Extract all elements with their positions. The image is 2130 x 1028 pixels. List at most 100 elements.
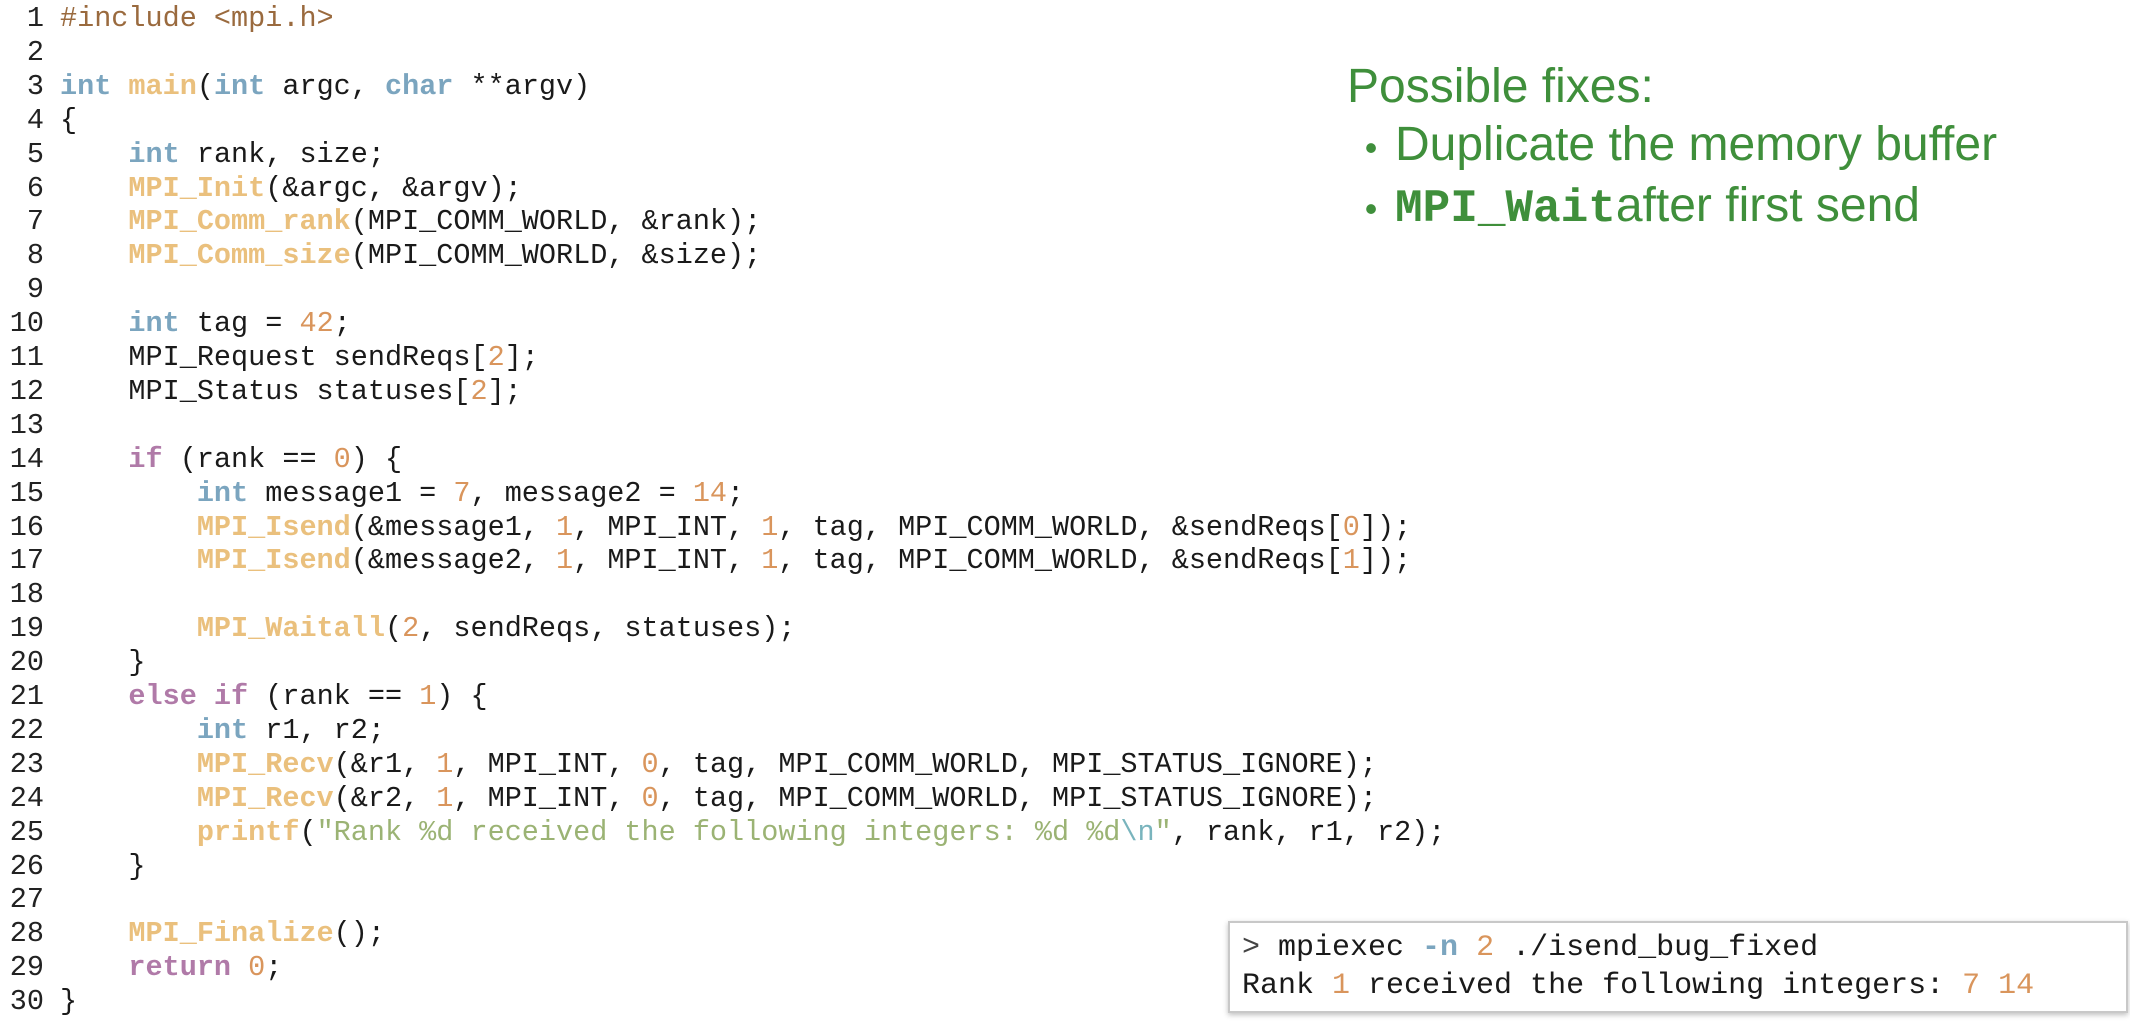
code-line[interactable]: 7 MPI_Comm_rank(MPI_COMM_WORLD, &rank); (0, 205, 761, 239)
code-token: MPI_Recv (196, 747, 334, 781)
code-token: , rank, r1, r2); (1171, 815, 1446, 849)
terminal-command-line: > mpiexec -n 2 ./isend_bug_fixed (1242, 929, 2114, 967)
code-token: **argv) (453, 69, 591, 103)
code-line[interactable]: 21 else if (rank == 1) { (0, 680, 488, 714)
code-line[interactable]: 1 #include <mpi.h> (0, 2, 334, 36)
fixes-title: Possible fixes: (1347, 60, 1654, 113)
code-line[interactable]: 25 printf("Rank %d received the followin… (0, 815, 1446, 850)
code-token: r1, r2; (248, 713, 385, 747)
fix-item-mpi-wait: • MPI_Wait after first send (1347, 177, 1997, 238)
code-token: (rank == (162, 442, 334, 476)
line-number: 12 (9, 374, 44, 408)
code-line[interactable]: 23 MPI_Recv(&r1, 1, MPI_INT, 0, tag, MPI… (0, 748, 1377, 782)
code-line[interactable]: 27 (0, 883, 60, 917)
code-token: MPI_Waitall (196, 612, 385, 646)
code-line[interactable]: 30} (0, 985, 77, 1019)
code-token: MPI_Comm_size (128, 239, 351, 273)
code-line[interactable]: 28 MPI_Finalize(); (0, 917, 385, 951)
code-line[interactable]: 29 return 0; (0, 951, 283, 985)
code-token: ; (727, 476, 745, 510)
code-token: int (196, 713, 249, 747)
line-number: 7 (26, 205, 44, 239)
output-value-2: 14 (1998, 969, 2035, 1003)
code-token: "Rank %d received the following integers… (316, 815, 1121, 849)
code-token: 0 (641, 747, 659, 781)
code-line[interactable]: 12 MPI_Status statuses[2]; (0, 375, 522, 409)
code-line[interactable]: 22 int r1, r2; (0, 714, 385, 748)
line-number: 13 (9, 408, 44, 442)
code-token: if (128, 442, 163, 476)
code-line[interactable]: 3 int main(int argc, char **argv) (0, 70, 590, 104)
code-token: ]); (1359, 544, 1412, 578)
line-number: 3 (26, 69, 44, 103)
code-token: , message2 = (470, 476, 693, 510)
code-token: 2 (402, 612, 420, 646)
code-token: (rank == (248, 680, 420, 713)
code-token: MPI_Status statuses[ (60, 374, 471, 408)
code-token: } (60, 646, 146, 680)
line-number: 6 (26, 171, 44, 205)
code-token: tag = (179, 307, 300, 341)
code-token: " (1154, 815, 1172, 849)
code-line[interactable]: 11 MPI_Request sendReqs[2]; (0, 341, 539, 375)
code-token: MPI_Comm_rank (128, 205, 351, 239)
code-line[interactable]: 16 MPI_Isend(&message1, 1, MPI_INT, 1, t… (0, 511, 1411, 545)
code-token: , sendReqs, statuses); (419, 612, 796, 646)
line-number: 18 (9, 578, 44, 612)
code-line[interactable]: 24 MPI_Recv(&r2, 1, MPI_INT, 0, tag, MPI… (0, 782, 1377, 816)
output-value-1: 7 (1962, 969, 1981, 1003)
code-token: ) { (436, 680, 488, 713)
code-token: ( (384, 612, 403, 646)
code-line[interactable]: 15 int message1 = 7, message2 = 14; (0, 477, 744, 511)
code-token: ; (333, 307, 351, 341)
code-line[interactable]: 19 MPI_Waitall(2, sendReqs, statuses); (0, 612, 796, 646)
code-line[interactable]: 13 (0, 409, 60, 443)
code-token: } (60, 985, 78, 1019)
code-token: MPI_Recv (196, 781, 334, 815)
code-token: 0 (641, 781, 659, 815)
code-line[interactable]: 2 (0, 36, 60, 70)
code-token: , MPI_INT, (453, 747, 642, 781)
code-token: MPI_Isend (196, 544, 351, 578)
code-line[interactable]: 9 (0, 273, 60, 307)
code-line[interactable]: 10 int tag = 42; (0, 307, 351, 341)
code-token: 1 (436, 781, 454, 815)
code-line[interactable]: 18 (0, 578, 60, 612)
line-number: 8 (26, 239, 44, 273)
code-line[interactable]: 6 MPI_Init(&argc, &argv); (0, 172, 522, 206)
code-line[interactable]: 26 } (0, 850, 146, 884)
code-line[interactable]: 8 MPI_Comm_size(MPI_COMM_WORLD, &size); (0, 239, 761, 273)
code-token: ( (299, 815, 317, 849)
code-line[interactable]: 14 if (rank == 0) { (0, 443, 402, 477)
line-number: 21 (9, 680, 44, 713)
code-token: , tag, MPI_COMM_WORLD, MPI_STATUS_IGNORE… (658, 781, 1377, 815)
line-number: 23 (9, 747, 44, 781)
line-number: 15 (9, 476, 44, 510)
code-token: rank, size; (179, 137, 385, 171)
code-token: (MPI_COMM_WORLD, &rank); (350, 205, 762, 239)
code-token: { (60, 103, 78, 137)
output-rank: 1 (1332, 969, 1351, 1003)
line-number: 17 (9, 544, 44, 578)
code-line[interactable]: 5 int rank, size; (0, 138, 385, 172)
code-token: int (128, 307, 180, 341)
bullet-icon: • (1364, 188, 1378, 229)
line-number: 25 (9, 815, 44, 849)
code-line[interactable]: 4{ (0, 104, 77, 138)
code-line[interactable]: 17 MPI_Isend(&message2, 1, MPI_INT, 1, t… (0, 544, 1411, 578)
code-token: , MPI_INT, (573, 510, 762, 544)
code-line[interactable]: 20 } (0, 646, 146, 680)
code-token: 0 (1342, 510, 1360, 544)
line-number: 22 (9, 713, 44, 747)
code-token: \n (1120, 815, 1155, 849)
fix-text: after first send (1615, 179, 1920, 232)
code-token: printf (196, 815, 300, 849)
bullet-icon: • (1364, 127, 1378, 168)
code-token: 1 (761, 544, 779, 578)
code-token: MPI_Request sendReqs[ (60, 341, 488, 374)
